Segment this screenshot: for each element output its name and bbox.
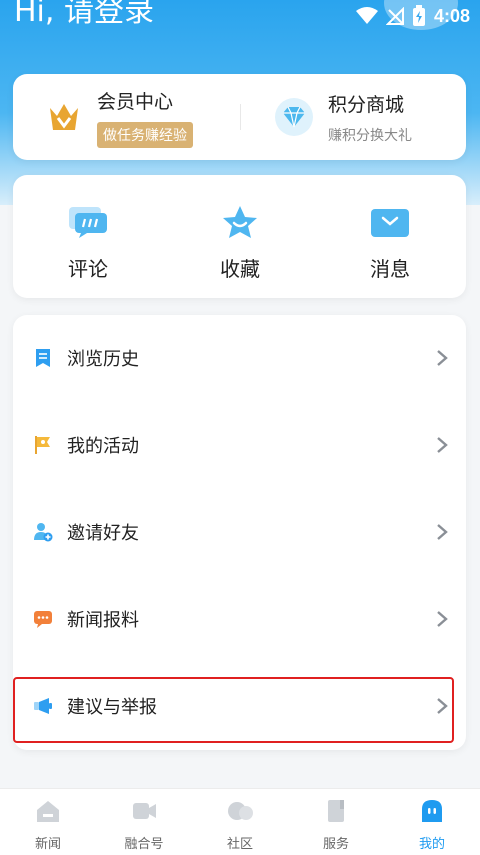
profile-icon	[422, 800, 442, 822]
points-mall-sub: 赚积分换大礼	[328, 127, 412, 144]
home-icon	[37, 801, 59, 822]
tab-label: 社区	[226, 837, 253, 852]
quick-actions: 评论 收藏 消息	[13, 175, 466, 298]
status-bar: 4:08	[355, 4, 470, 28]
book-icon	[328, 800, 344, 822]
member-center-title: 会员中心	[97, 90, 174, 113]
quick-comment[interactable]: 评论	[38, 205, 138, 282]
comment-icon	[69, 207, 107, 238]
community-icon	[228, 802, 253, 820]
menu-label: 我的活动	[67, 436, 139, 457]
points-mall-entry[interactable]: 积分商城 赚积分换大礼	[274, 74, 412, 160]
video-icon	[133, 803, 156, 819]
tab-label: 服务	[322, 837, 349, 852]
chevron-right-icon	[437, 437, 448, 453]
chevron-right-icon	[437, 611, 448, 627]
tab-label: 融合号	[124, 837, 164, 852]
tab-fusion[interactable]: 融合号	[96, 797, 192, 852]
wifi-icon	[355, 7, 378, 24]
quick-messages[interactable]: 消息	[340, 205, 440, 282]
quick-favorites-label: 收藏	[220, 257, 260, 281]
chevron-right-icon	[437, 350, 448, 366]
highlight-box	[13, 677, 454, 743]
no-signal-icon	[385, 7, 404, 25]
news-report-icon	[34, 611, 52, 628]
menu-list: 浏览历史 我的活动 邀请好友 新闻报料 建议与举报	[13, 315, 466, 750]
task-badge: 做任务赚经验	[97, 121, 193, 148]
menu-invite-friends[interactable]: 邀请好友	[13, 489, 466, 575]
member-center-entry[interactable]: 会员中心 做任务赚经验	[47, 74, 193, 160]
menu-my-activities[interactable]: 我的活动	[13, 402, 466, 488]
bottom-tab-bar: 新闻 融合号 社区 服务 我的	[0, 788, 480, 855]
star-icon	[223, 206, 257, 238]
crown-icon	[50, 104, 78, 130]
diamond-icon	[275, 98, 313, 136]
flag-icon	[35, 436, 50, 454]
battery-charging-icon	[412, 5, 425, 26]
message-icon	[371, 209, 409, 237]
menu-label: 浏览历史	[67, 349, 139, 370]
menu-label: 邀请好友	[67, 523, 139, 544]
menu-news-report[interactable]: 新闻报料	[13, 576, 466, 662]
divider	[240, 104, 241, 130]
quick-favorites[interactable]: 收藏	[190, 205, 290, 282]
invite-user-icon	[34, 523, 53, 542]
tab-mine[interactable]: 我的	[384, 797, 480, 852]
status-time: 4:08	[433, 5, 470, 26]
login-greeting[interactable]: Hi, 请登录	[14, 0, 154, 30]
tab-community[interactable]: 社区	[192, 797, 288, 852]
tab-news[interactable]: 新闻	[0, 797, 96, 852]
history-icon	[36, 349, 50, 367]
tab-services[interactable]: 服务	[288, 797, 384, 852]
chevron-right-icon	[437, 524, 448, 540]
quick-messages-label: 消息	[370, 257, 410, 281]
tab-label: 我的	[418, 837, 445, 852]
member-card: 会员中心 做任务赚经验 积分商城 赚积分换大礼	[13, 74, 466, 160]
menu-browse-history[interactable]: 浏览历史	[13, 315, 466, 401]
tab-label: 新闻	[34, 837, 61, 852]
points-mall-title: 积分商城	[328, 93, 405, 116]
quick-comment-label: 评论	[68, 257, 108, 281]
menu-label: 新闻报料	[67, 610, 139, 631]
